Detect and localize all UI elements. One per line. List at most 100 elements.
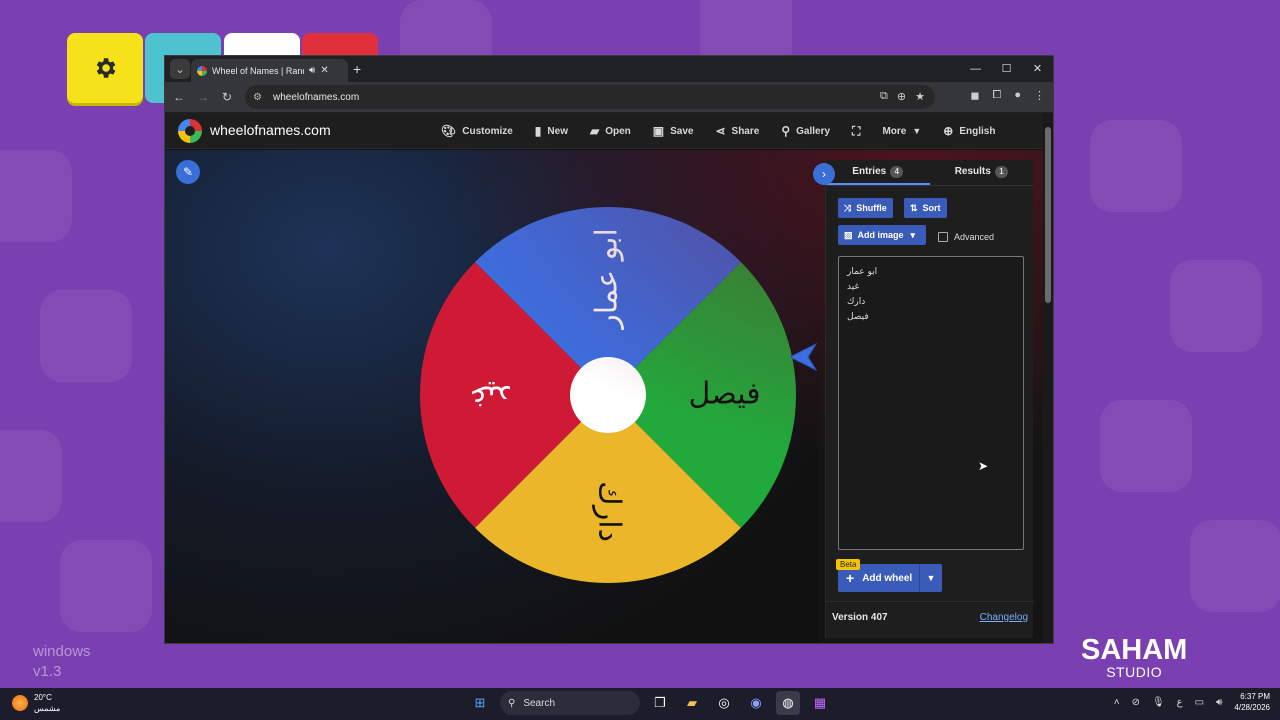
web-page: wheelofnames.com 🎨︎ Customize ▮ New ▰ Open … bbox=[165, 113, 1053, 643]
bookmark-star-icon[interactable]: ★ bbox=[915, 90, 925, 103]
nav-customize[interactable]: 🎨︎ Customize bbox=[441, 124, 513, 138]
fullscreen-icon: ⛶ bbox=[852, 123, 861, 138]
nav-save[interactable]: ▣ Save bbox=[653, 124, 694, 138]
wheel-center[interactable] bbox=[570, 357, 646, 433]
puzzle-icon[interactable]: ⧠ bbox=[993, 89, 1002, 102]
nav-fullscreen[interactable]: ⛶ bbox=[852, 124, 860, 139]
collapse-panel-icon[interactable]: › bbox=[813, 163, 835, 185]
window-controls: — ☐ ✕ bbox=[960, 56, 1053, 82]
settings-shortcut[interactable] bbox=[67, 33, 143, 103]
tab-search-button[interactable]: ⌄ bbox=[170, 59, 190, 79]
speaker-icon[interactable]: 🔊︎ bbox=[309, 65, 315, 76]
pencil-icon[interactable]: ✎ bbox=[176, 160, 200, 184]
nav-label: Customize bbox=[462, 125, 513, 137]
language-indicator[interactable]: ع bbox=[1177, 697, 1183, 708]
taskbar: 20°C مشمس ⊞ ⚲ Search ❐ ▰ ◎ ◉ ◍ ▦ ˄ ⊘ 🎙︎ ع… bbox=[0, 688, 1280, 720]
studio-logo-title: SAHAM bbox=[1081, 634, 1188, 666]
profile-icon[interactable]: ● bbox=[1014, 89, 1021, 102]
weather-text: 20°C مشمس bbox=[34, 692, 60, 714]
file-explorer-icon[interactable]: ▰ bbox=[680, 691, 704, 715]
nav-label: Gallery bbox=[796, 125, 831, 137]
entries-textarea[interactable]: ابو عمار غيد دارك فيصل bbox=[838, 256, 1024, 550]
back-icon[interactable]: ← bbox=[167, 90, 191, 104]
mouse-cursor-icon: ➤ bbox=[978, 459, 989, 473]
new-tab-icon[interactable]: + bbox=[353, 61, 361, 77]
close-tab-icon[interactable]: ✕ bbox=[320, 65, 328, 76]
browser-tab[interactable]: Wheel of Names | Random 🔊︎ ✕ bbox=[191, 59, 348, 82]
chevron-down-icon: ▼ bbox=[912, 126, 922, 136]
extension-icon[interactable]: ◼ bbox=[970, 89, 979, 102]
task-view-icon[interactable]: ❐ bbox=[648, 691, 672, 715]
page-scrollbar[interactable] bbox=[1043, 113, 1053, 643]
search-label: Search bbox=[523, 697, 556, 709]
menu-icon[interactable]: ⋮ bbox=[1034, 89, 1045, 102]
entries-count-badge: 4 bbox=[890, 166, 904, 178]
entry-line: غيد bbox=[847, 282, 860, 292]
maximize-icon[interactable]: ☐ bbox=[991, 56, 1022, 82]
tab-entries[interactable]: Entries 4 bbox=[826, 160, 930, 185]
translate-icon[interactable]: ⧉ bbox=[880, 90, 888, 103]
site-logo-text[interactable]: wheelofnames.com bbox=[210, 122, 331, 138]
site-info-icon[interactable]: ⚙ bbox=[253, 92, 269, 103]
clock[interactable]: 6:37 PM 4/28/2026 bbox=[1234, 691, 1270, 713]
volume-icon[interactable]: 🔊︎ bbox=[1216, 697, 1222, 708]
bg-tile bbox=[1100, 400, 1192, 492]
reload-icon[interactable]: ↻ bbox=[215, 90, 239, 104]
discord-icon[interactable]: ◉ bbox=[744, 691, 768, 715]
nav-new[interactable]: ▮ New bbox=[535, 124, 568, 138]
chevron-down-icon[interactable]: ▼ bbox=[920, 573, 942, 583]
zoom-icon[interactable]: ⊕ bbox=[897, 90, 906, 103]
folder-icon: ▰ bbox=[589, 124, 600, 138]
nav-language[interactable]: ⊕ English bbox=[943, 124, 995, 138]
image-icon: ▨ bbox=[844, 229, 853, 240]
results-count-badge: 1 bbox=[994, 166, 1008, 178]
nav-label: New bbox=[547, 125, 568, 137]
nav-open[interactable]: ▰ Open bbox=[590, 124, 631, 138]
sort-button[interactable]: ⇅ Sort bbox=[904, 198, 947, 218]
advanced-option[interactable]: Advanced bbox=[938, 232, 994, 242]
wheel-svg[interactable]: ابو عمار غيد دارك فيصل bbox=[418, 205, 798, 585]
weather-widget[interactable]: 20°C مشمس bbox=[12, 692, 60, 714]
nav-label: Share bbox=[731, 125, 760, 137]
windows-start-icon[interactable]: ⊞ bbox=[468, 691, 492, 715]
tab-bar: ⌄ Wheel of Names | Random 🔊︎ ✕ + — ☐ ✕ bbox=[165, 56, 1053, 82]
close-window-icon[interactable]: ✕ bbox=[1022, 56, 1053, 82]
tab-results[interactable]: Results 1 bbox=[930, 160, 1034, 185]
clock-date: 4/28/2026 bbox=[1234, 703, 1270, 712]
weather-description: مشمس bbox=[34, 704, 61, 713]
palette-icon: 🎨︎ bbox=[441, 124, 457, 138]
chrome-icon[interactable]: ◍ bbox=[776, 691, 800, 715]
entry-line: ابو عمار bbox=[847, 267, 878, 277]
nav-label: More bbox=[882, 125, 907, 137]
nav-more[interactable]: More ▼ bbox=[882, 126, 921, 137]
add-image-button[interactable]: ▨ Add image ▾ bbox=[838, 225, 926, 245]
shuffle-button[interactable]: ⤨ Shuffle bbox=[838, 198, 893, 218]
system-tray: ˄ ⊘ 🎙︎ ع ▭ 🔊︎ 6:37 PM 4/28/2026 bbox=[1114, 691, 1270, 713]
studio-logo: SAHAM STUDIO bbox=[1081, 634, 1187, 680]
microphone-icon[interactable]: 🎙︎ bbox=[1152, 697, 1165, 708]
display-icon[interactable]: ▭ bbox=[1195, 697, 1204, 708]
site-logo-icon[interactable] bbox=[178, 119, 202, 143]
minimize-icon[interactable]: — bbox=[960, 56, 991, 82]
nav-share[interactable]: ⋖ Share bbox=[715, 124, 759, 138]
nav-menu: 🎨︎ Customize ▮ New ▰ Open ▣ Save ⋖ Share ⚲ Gal… bbox=[441, 113, 1017, 149]
video-editor-icon[interactable]: ▦ bbox=[808, 691, 832, 715]
url-text: wheelofnames.com bbox=[273, 91, 360, 103]
nav-gallery[interactable]: ⚲ Gallery bbox=[781, 124, 830, 138]
scroll-thumb[interactable] bbox=[1045, 127, 1051, 303]
wheel-pointer-icon bbox=[790, 342, 818, 372]
forward-icon[interactable]: → bbox=[191, 90, 215, 104]
wheel-segment-label: فيصل bbox=[688, 377, 760, 412]
browser-toolbar: ← → ↻ ⚙ wheelofnames.com ⧉ ⊕ ★ ◼ ⧠ ● ⋮ bbox=[165, 82, 1053, 112]
app-icon[interactable]: ◎ bbox=[712, 691, 736, 715]
browser-window: ⌄ Wheel of Names | Random 🔊︎ ✕ + — ☐ ✕ ←… bbox=[164, 55, 1054, 644]
taskbar-search[interactable]: ⚲ Search bbox=[500, 691, 640, 715]
address-bar[interactable]: ⚙ wheelofnames.com ⧉ ⊕ ★ bbox=[245, 85, 935, 109]
wheel[interactable]: ابو عمار غيد دارك فيصل bbox=[418, 205, 798, 585]
advanced-checkbox[interactable] bbox=[938, 232, 948, 242]
network-icon[interactable]: ⊘ bbox=[1132, 697, 1140, 708]
bg-tile bbox=[40, 290, 132, 382]
changelog-link[interactable]: Changelog bbox=[980, 612, 1028, 623]
chevron-up-icon[interactable]: ˄ bbox=[1114, 697, 1120, 708]
plus-icon: + bbox=[846, 570, 855, 586]
